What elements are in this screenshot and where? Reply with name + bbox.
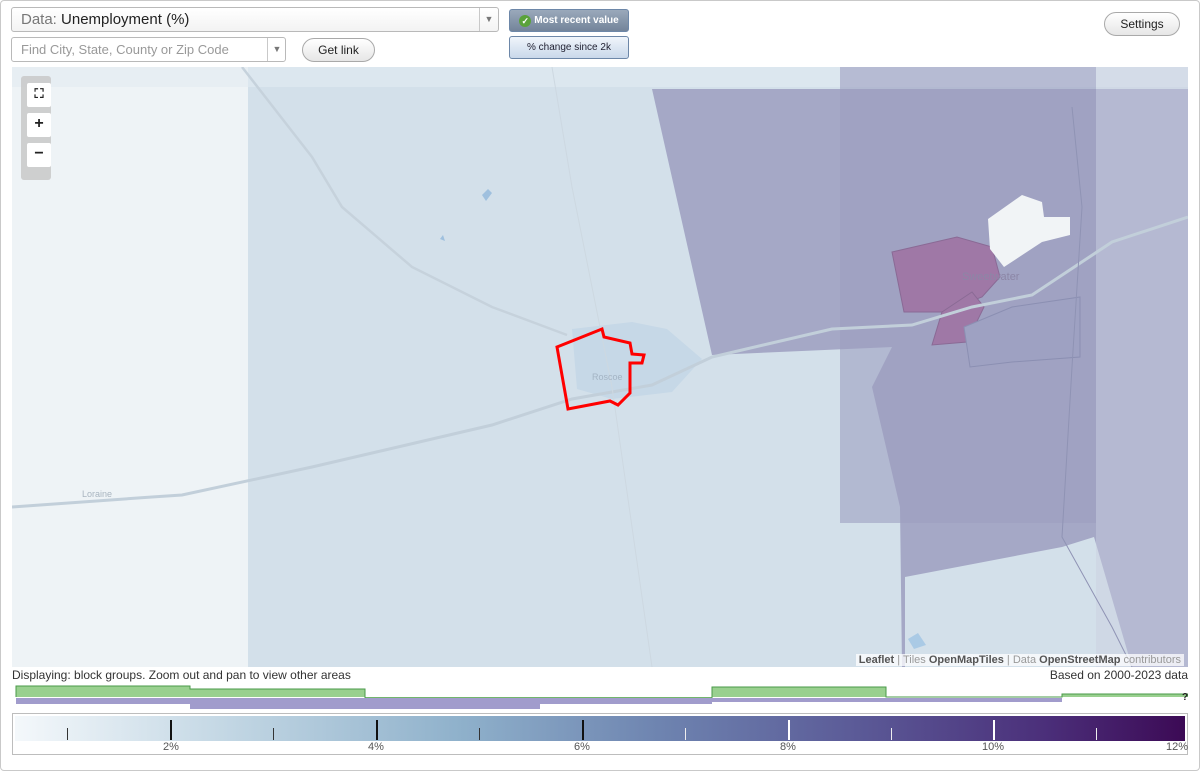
legend-tick [685, 728, 686, 740]
data-prefix: Data [1012, 654, 1037, 666]
zoom-out-button[interactable]: − [27, 143, 51, 167]
legend-tick [993, 720, 995, 740]
zoom-in-button[interactable]: + [27, 113, 51, 137]
contributors-text: contributors [1123, 654, 1181, 666]
leaflet-link[interactable]: Leaflet [859, 654, 894, 666]
osm-link[interactable]: OpenStreetMap [1039, 654, 1120, 666]
chevron-down-icon[interactable]: ▼ [267, 38, 286, 61]
histogram-unknown-marker: ? [1182, 692, 1188, 703]
legend-label: 8% [780, 741, 796, 753]
legend-tick [273, 728, 274, 740]
percent-change-button[interactable]: % change since 2k [509, 36, 629, 59]
legend-label: 2% [163, 741, 179, 753]
histogram-area-series [15, 685, 1188, 699]
legend-tick [376, 720, 378, 740]
histogram-local-bar [190, 698, 540, 709]
tiles-prefix: Tiles [902, 654, 926, 666]
most-recent-label: Most recent value [534, 15, 619, 26]
legend-label: 12% [1166, 741, 1189, 753]
display-status: Displaying: block groups. Zoom out and p… [12, 668, 351, 682]
settings-button[interactable]: Settings [1104, 12, 1180, 36]
legend-label: 4% [368, 741, 384, 753]
tiles-link[interactable]: OpenMapTiles [929, 654, 1004, 666]
map-attribution: Leaflet | Tiles OpenMapTiles | Data Open… [855, 654, 1184, 666]
checkmark-icon: ✓ [519, 15, 532, 27]
search-input[interactable] [11, 37, 286, 62]
place-label-loraine: Loraine [82, 489, 112, 499]
most-recent-value-button[interactable]: ✓ Most recent value [509, 9, 629, 32]
histogram-local-bar [540, 698, 712, 704]
legend-tick [1096, 728, 1097, 740]
legend-label: 6% [574, 741, 590, 753]
place-label-roscoe: Roscoe [592, 372, 623, 382]
data-range-note: Based on 2000-2023 data [1049, 668, 1188, 682]
histogram-local-bar [712, 698, 1062, 702]
map-view[interactable]: Sweetwater Roscoe Loraine ⛶ + − Leaflet … [12, 67, 1188, 667]
chevron-down-icon[interactable]: ▼ [479, 8, 498, 31]
data-selector-value: Unemployment (%) [61, 11, 190, 28]
fullscreen-icon[interactable]: ⛶ [27, 83, 51, 107]
place-label-sweetwater: Sweetwater [962, 271, 1020, 283]
legend-tick [788, 720, 790, 740]
histogram-local-bar [16, 698, 190, 704]
zoom-control: ⛶ + − [21, 76, 51, 180]
legend-tick [479, 728, 480, 740]
data-selector-label: Data: [21, 11, 57, 28]
legend-label: 10% [982, 741, 1005, 753]
legend-tick [170, 720, 172, 740]
region-far-east [1096, 67, 1188, 667]
data-selector[interactable]: Data: Unemployment (%) ▼ [11, 7, 499, 32]
color-legend: 2% 4% 6% 8% 10% 12% [12, 713, 1188, 755]
legend-tick [67, 728, 68, 740]
legend-tick [582, 720, 584, 740]
map-canvas: Sweetwater Roscoe Loraine [12, 67, 1188, 667]
get-link-button[interactable]: Get link [302, 38, 375, 62]
value-histogram: ? [15, 685, 1188, 709]
legend-gradient [15, 716, 1185, 741]
legend-tick [891, 728, 892, 740]
